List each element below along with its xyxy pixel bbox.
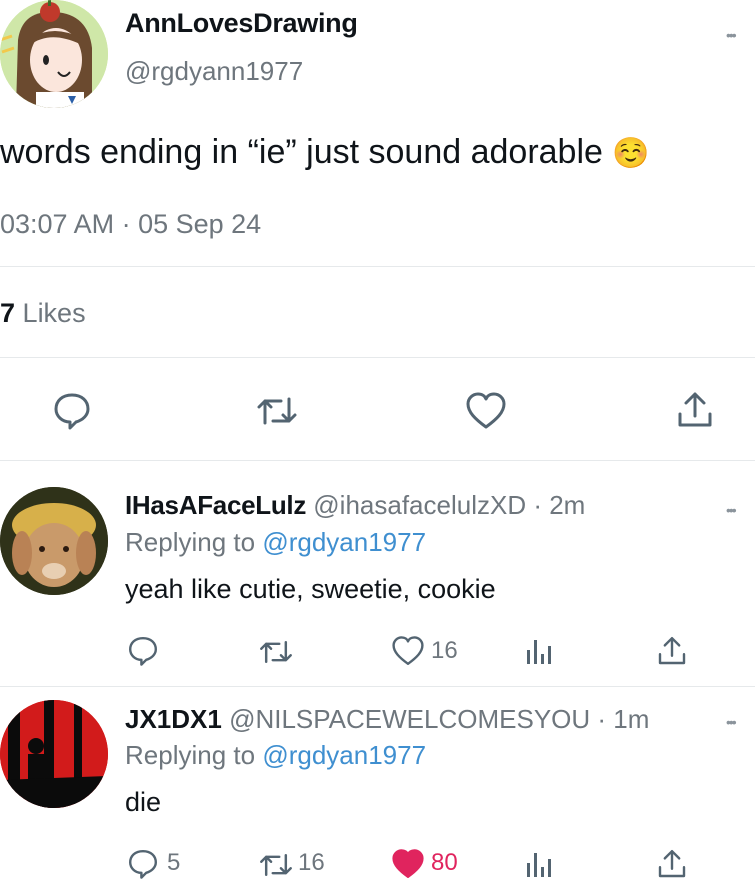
analytics-icon bbox=[527, 640, 551, 664]
reply-like-count: 80 bbox=[431, 849, 458, 876]
share-button[interactable] bbox=[675, 390, 715, 430]
retweet-icon bbox=[260, 853, 292, 877]
reply-author-name[interactable]: IHasAFaceLulz bbox=[125, 490, 306, 520]
reply-header: IHasAFaceLulz @ihasafacelulzXD · 2m bbox=[125, 490, 585, 521]
share-icon bbox=[658, 850, 686, 878]
tweet-text: words ending in “ie” just sound adorable… bbox=[0, 133, 650, 172]
divider bbox=[0, 460, 755, 461]
reply-avatar[interactable] bbox=[0, 700, 108, 808]
reply-button[interactable] bbox=[52, 391, 92, 431]
reply-avatar[interactable] bbox=[0, 487, 108, 595]
heart-filled-icon bbox=[392, 849, 424, 878]
replying-to: Replying to @rgdyan1977 bbox=[125, 527, 426, 558]
more-options-icon[interactable]: ••• bbox=[726, 28, 737, 42]
reply-like-button[interactable] bbox=[391, 848, 425, 880]
reply-text: yeah like cutie, sweetie, cookie bbox=[125, 574, 496, 604]
reply-retweet-button[interactable] bbox=[258, 637, 294, 667]
reply-comment-button[interactable] bbox=[127, 848, 159, 880]
reply-author-handle[interactable]: @NILSPACEWELCOMESYOU bbox=[229, 704, 590, 734]
reply-like-count: 16 bbox=[431, 637, 458, 664]
likes-count: 7 bbox=[0, 298, 16, 328]
comment-icon bbox=[54, 393, 90, 430]
share-icon bbox=[658, 637, 686, 665]
replying-to: Replying to @rgdyan1977 bbox=[125, 740, 426, 771]
reply-comment-button[interactable] bbox=[127, 635, 159, 667]
divider bbox=[0, 266, 755, 267]
comment-icon bbox=[129, 637, 157, 666]
author-name[interactable]: AnnLovesDrawing bbox=[125, 8, 358, 39]
likes-label: Likes bbox=[22, 298, 86, 328]
likes-summary[interactable]: 7 Likes bbox=[0, 298, 86, 329]
divider bbox=[0, 686, 755, 687]
relieved-face-emoji: ☺️ bbox=[612, 137, 650, 170]
reply-author-name[interactable]: JX1DX1 bbox=[125, 704, 222, 734]
reply-time[interactable]: · 1m bbox=[597, 704, 649, 734]
analytics-icon bbox=[527, 853, 551, 877]
reply-like-button[interactable] bbox=[391, 635, 425, 667]
rabbit-avatar-icon bbox=[0, 487, 108, 595]
reply-share-button[interactable] bbox=[656, 635, 688, 667]
reply-time[interactable]: · 2m bbox=[533, 490, 585, 520]
replying-to-handle[interactable]: @rgdyan1977 bbox=[262, 527, 426, 557]
reply-text: die bbox=[125, 787, 162, 817]
tweet-timestamp[interactable]: 03:07 AM · 05 Sep 24 bbox=[0, 209, 261, 240]
reply-more-options-icon[interactable]: ••• bbox=[726, 715, 737, 729]
replying-to-label: Replying to bbox=[125, 527, 256, 557]
red-silhouette-avatar-icon bbox=[0, 700, 108, 808]
replying-to-label: Replying to bbox=[125, 740, 256, 770]
reply-retweet-button[interactable] bbox=[258, 850, 294, 880]
author-avatar[interactable] bbox=[0, 0, 108, 108]
comment-icon bbox=[129, 850, 157, 879]
like-button[interactable] bbox=[465, 391, 507, 431]
reply-retweet-count: 16 bbox=[298, 849, 325, 876]
cartoon-girl-avatar-icon bbox=[0, 0, 108, 108]
divider bbox=[0, 357, 755, 358]
tweet-text-content: words ending in “ie” just sound adorable bbox=[0, 133, 603, 171]
reply-author-handle[interactable]: @ihasafacelulzXD bbox=[313, 490, 526, 520]
retweet-button[interactable] bbox=[255, 393, 299, 429]
share-icon bbox=[678, 392, 712, 427]
reply-analytics-button[interactable] bbox=[525, 849, 553, 879]
reply-header: JX1DX1 @NILSPACEWELCOMESYOU · 1m bbox=[125, 704, 649, 735]
retweet-icon bbox=[260, 640, 292, 664]
heart-icon bbox=[466, 392, 506, 429]
replying-to-handle[interactable]: @rgdyan1977 bbox=[262, 740, 426, 770]
reply-analytics-button[interactable] bbox=[525, 636, 553, 666]
reply-more-options-icon[interactable]: ••• bbox=[726, 503, 737, 517]
heart-icon bbox=[392, 636, 424, 665]
reply-share-button[interactable] bbox=[656, 848, 688, 880]
retweet-icon bbox=[257, 397, 297, 425]
reply-comment-count: 5 bbox=[167, 849, 181, 876]
author-handle[interactable]: @rgdyann1977 bbox=[125, 56, 303, 87]
